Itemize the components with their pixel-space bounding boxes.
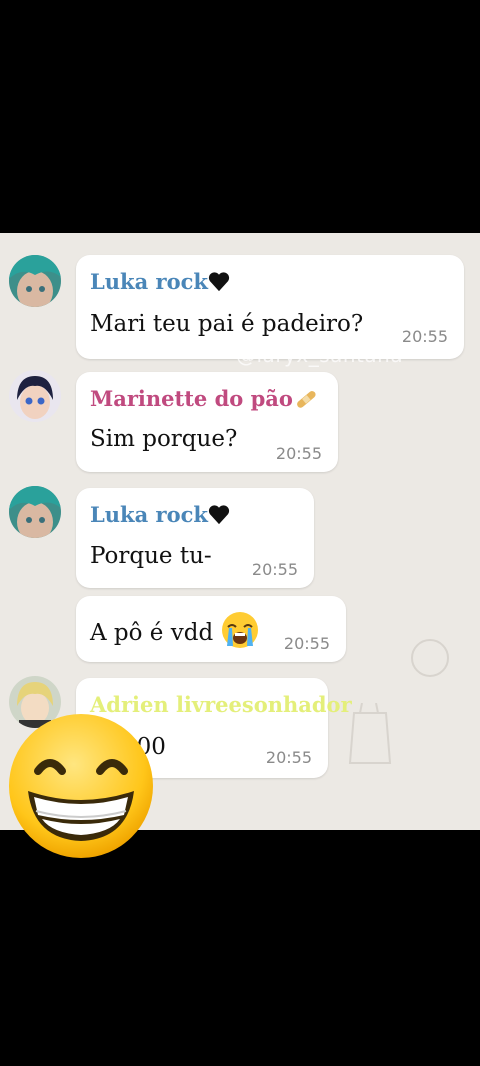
message-text-content: A pô é vdd — [90, 620, 214, 646]
message-text: Mari teu pai é padeiro? — [90, 311, 364, 337]
sender-name: Luka rock — [90, 269, 230, 294]
sender-name-text: Luka rock — [90, 269, 208, 294]
grinning-face-icon — [9, 714, 153, 858]
message-text: A pô é vdd — [90, 610, 260, 650]
black-heart-icon — [208, 505, 230, 525]
sender-name-text: Marinette do pão — [90, 386, 293, 411]
sender-name: Marinette do pão — [90, 386, 319, 411]
message-time: 20:55 — [283, 634, 330, 653]
loudly-crying-face-icon — [222, 612, 259, 648]
avatar-luka[interactable] — [9, 255, 61, 307]
message-time: 20:55 — [251, 560, 298, 579]
message-bubble[interactable]: Marinette do pão Sim porque? 20:55 — [76, 372, 338, 472]
avatar-marinette[interactable] — [9, 370, 61, 422]
sender-name-text: Luka rock — [90, 502, 208, 527]
message-text: Porque tu- — [90, 543, 212, 569]
wallpaper-doodle — [411, 639, 449, 677]
message-time: 20:55 — [265, 748, 312, 767]
message-bubble[interactable]: A pô é vdd 20:55 — [76, 596, 346, 662]
message-text: Sim porque? — [90, 426, 238, 452]
message-time: 20:55 — [401, 327, 448, 346]
avatar-luka[interactable] — [9, 486, 61, 538]
watermark: @laryx_santana — [236, 343, 404, 367]
black-heart-icon — [208, 272, 230, 292]
message-bubble[interactable]: Luka rock Porque tu- 20:55 — [76, 488, 314, 588]
message-time: 20:55 — [275, 444, 322, 463]
bandage-icon — [296, 391, 316, 408]
sender-name: Luka rock — [90, 502, 230, 527]
